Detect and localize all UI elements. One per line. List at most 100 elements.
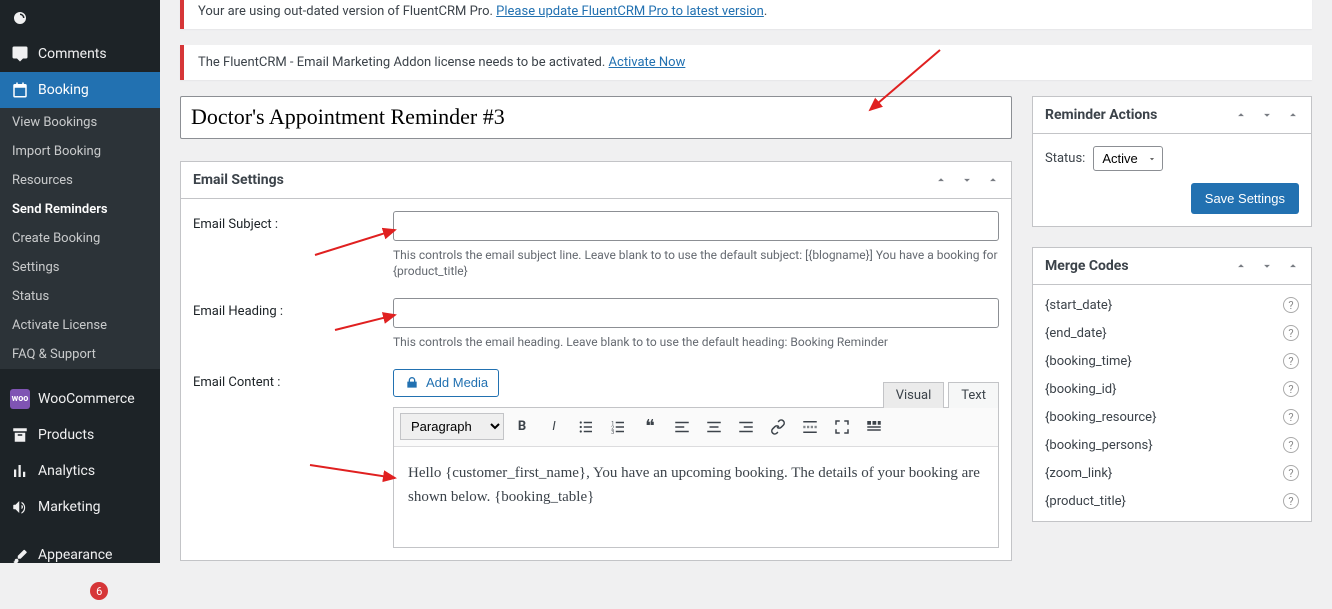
merge-code-item[interactable]: {start_date}? xyxy=(1033,291,1311,319)
sidebar-sub-import-booking[interactable]: Import Booking xyxy=(0,137,160,166)
toggle-icon[interactable] xyxy=(1281,103,1305,127)
merge-codes-list: {start_date}? {end_date}? {booking_time}… xyxy=(1033,285,1311,521)
sidebar-item-dashboard[interactable] xyxy=(0,0,160,36)
help-icon[interactable]: ? xyxy=(1283,465,1299,481)
sidebar-item-comments[interactable]: Comments xyxy=(0,36,160,72)
sidebar-sub-view-bookings[interactable]: View Bookings xyxy=(0,108,160,137)
heading-label: Email Heading : xyxy=(193,298,393,319)
subject-row: Email Subject : This controls the email … xyxy=(193,211,999,281)
admin-sidebar: Comments Booking View Bookings Import Bo… xyxy=(0,0,160,563)
sidebar-item-woocommerce[interactable]: woo WooCommerce xyxy=(0,381,160,417)
fullscreen-icon[interactable] xyxy=(828,413,856,441)
sidebar-item-appearance[interactable]: Appearance xyxy=(0,537,160,573)
subject-input[interactable] xyxy=(393,211,999,241)
merge-codes-panel: Merge Codes {start_date}? {end_date}? {b… xyxy=(1032,247,1312,522)
bold-icon[interactable]: B xyxy=(508,413,536,441)
merge-code-item[interactable]: {end_date}? xyxy=(1033,319,1311,347)
notice-license: The FluentCRM - Email Marketing Addon li… xyxy=(180,45,1312,80)
sidebar-label: Products xyxy=(38,427,94,443)
help-icon[interactable]: ? xyxy=(1283,325,1299,341)
move-down-icon[interactable] xyxy=(1255,254,1279,278)
archive-icon xyxy=(10,425,30,445)
move-down-icon[interactable] xyxy=(1255,103,1279,127)
main-content: Your are using out-dated version of Flue… xyxy=(160,0,1332,563)
merge-code-item[interactable]: {booking_resource}? xyxy=(1033,403,1311,431)
sidebar-label: Analytics xyxy=(38,463,95,479)
help-icon[interactable]: ? xyxy=(1283,381,1299,397)
help-icon[interactable]: ? xyxy=(1283,409,1299,425)
content-row: Email Content : Add Media Visual Text xyxy=(193,369,999,548)
title-input[interactable] xyxy=(180,96,1012,139)
toolbar-toggle-icon[interactable] xyxy=(860,413,888,441)
align-right-icon[interactable] xyxy=(732,413,760,441)
sidebar-sub-status[interactable]: Status xyxy=(0,282,160,311)
sidebar-label: Plugins xyxy=(38,583,84,599)
help-icon[interactable]: ? xyxy=(1283,353,1299,369)
email-settings-panel: Email Settings Email Subject : This cont… xyxy=(180,161,1012,561)
sidebar-sub-faq-support[interactable]: FAQ & Support xyxy=(0,340,160,369)
merge-code-item[interactable]: {product_title}? xyxy=(1033,487,1311,515)
text-tab[interactable]: Text xyxy=(948,382,999,408)
sidebar-item-marketing[interactable]: Marketing xyxy=(0,489,160,525)
woo-icon: woo xyxy=(10,389,30,409)
sidebar-sub-send-reminders[interactable]: Send Reminders xyxy=(0,195,160,224)
sidebar-sub-create-booking[interactable]: Create Booking xyxy=(0,224,160,253)
sidebar-item-products[interactable]: Products xyxy=(0,417,160,453)
update-badge: 6 xyxy=(90,582,108,600)
help-icon[interactable]: ? xyxy=(1283,297,1299,313)
panel-title: Reminder Actions xyxy=(1033,97,1229,133)
bullet-list-icon[interactable] xyxy=(572,413,600,441)
sidebar-item-plugins[interactable]: Plugins 6 xyxy=(0,573,160,609)
merge-code-item[interactable]: {booking_time}? xyxy=(1033,347,1311,375)
merge-code-item[interactable]: {booking_persons}? xyxy=(1033,431,1311,459)
comment-icon xyxy=(10,44,30,64)
sidebar-sub-resources[interactable]: Resources xyxy=(0,166,160,195)
notice-outdated: Your are using out-dated version of Flue… xyxy=(180,0,1312,29)
editor-box: Paragraph B I 123 ❝ xyxy=(393,407,999,548)
help-icon[interactable]: ? xyxy=(1283,437,1299,453)
align-left-icon[interactable] xyxy=(668,413,696,441)
content-label: Email Content : xyxy=(193,369,393,390)
panel-title: Email Settings xyxy=(181,162,929,198)
link-icon[interactable] xyxy=(764,413,792,441)
sidebar-label: Appearance xyxy=(38,547,112,563)
status-label: Status: xyxy=(1045,151,1085,166)
move-up-icon[interactable] xyxy=(1229,103,1253,127)
help-icon[interactable]: ? xyxy=(1283,493,1299,509)
move-down-icon[interactable] xyxy=(955,168,979,192)
align-center-icon[interactable] xyxy=(700,413,728,441)
update-link[interactable]: Please update FluentCRM Pro to latest ve… xyxy=(496,4,764,19)
format-select[interactable]: Paragraph xyxy=(400,413,504,440)
sidebar-sub-activate-license[interactable]: Activate License xyxy=(0,311,160,340)
sidebar-item-booking[interactable]: Booking xyxy=(0,72,160,108)
heading-help: This controls the email heading. Leave b… xyxy=(393,334,999,351)
italic-icon[interactable]: I xyxy=(540,413,568,441)
status-select[interactable]: Active xyxy=(1093,146,1163,171)
heading-row: Email Heading : This controls the email … xyxy=(193,298,999,351)
merge-code-item[interactable]: {booking_id}? xyxy=(1033,375,1311,403)
quote-icon[interactable]: ❝ xyxy=(636,413,664,441)
save-settings-button[interactable]: Save Settings xyxy=(1191,183,1299,214)
brush-icon xyxy=(10,545,30,565)
move-up-icon[interactable] xyxy=(1229,254,1253,278)
visual-tab[interactable]: Visual xyxy=(883,382,945,408)
sidebar-sub-settings[interactable]: Settings xyxy=(0,253,160,282)
panel-header: Email Settings xyxy=(181,162,1011,199)
add-media-button[interactable]: Add Media xyxy=(393,369,499,397)
number-list-icon[interactable]: 123 xyxy=(604,413,632,441)
move-up-icon[interactable] xyxy=(929,168,953,192)
megaphone-icon xyxy=(10,497,30,517)
merge-code-item[interactable]: {zoom_link}? xyxy=(1033,459,1311,487)
sidebar-label: Comments xyxy=(38,46,107,62)
activate-link[interactable]: Activate Now xyxy=(609,55,686,70)
calendar-icon xyxy=(10,80,30,100)
editor-content[interactable]: Hello {customer_first_name}, You have an… xyxy=(394,447,998,547)
read-more-icon[interactable] xyxy=(796,413,824,441)
heading-input[interactable] xyxy=(393,298,999,328)
toggle-icon[interactable] xyxy=(1281,254,1305,278)
sidebar-item-analytics[interactable]: Analytics xyxy=(0,453,160,489)
subject-label: Email Subject : xyxy=(193,211,393,232)
panel-title: Merge Codes xyxy=(1033,248,1229,284)
toggle-icon[interactable] xyxy=(981,168,1005,192)
plug-icon xyxy=(10,581,30,601)
